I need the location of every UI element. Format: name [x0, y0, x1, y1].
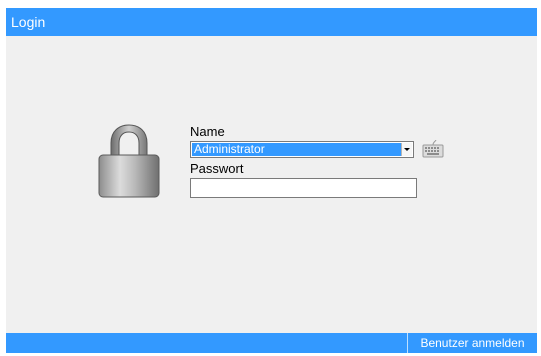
chevron-down-icon[interactable]: [401, 143, 412, 156]
login-window: Login Name Administrator Passwort Benutz…: [6, 8, 537, 353]
login-panel: Name Administrator Passwort: [6, 36, 537, 333]
name-select-value: Administrator: [192, 143, 401, 156]
name-select[interactable]: Administrator: [190, 141, 414, 158]
login-button[interactable]: Benutzer anmelden: [407, 333, 537, 353]
footer-bar: Benutzer anmelden: [6, 333, 537, 353]
lock-icon: [98, 124, 160, 198]
password-label: Passwort: [190, 161, 244, 176]
keyboard-icon[interactable]: [422, 140, 444, 158]
title-bar: Login: [6, 8, 537, 36]
window-title: Login: [11, 14, 46, 30]
password-field[interactable]: [190, 178, 417, 198]
name-label: Name: [190, 124, 225, 139]
